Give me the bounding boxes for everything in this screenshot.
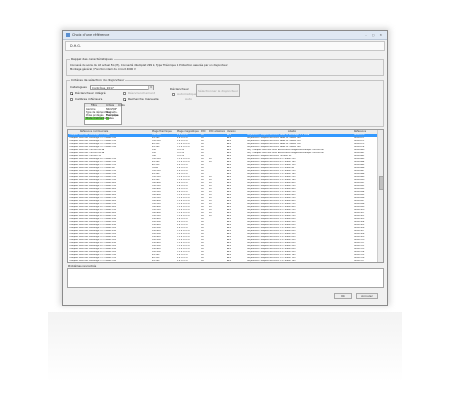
catalogue-label: Catalogues	[70, 85, 87, 89]
reflection	[48, 312, 402, 382]
filter-col-value: Critère	[106, 104, 115, 107]
reclose-label: Réenclenchement	[128, 91, 156, 95]
catalogue-value: Contrôles_2017	[92, 86, 114, 90]
characteristics-line1: Connexé du socle du lot actuel 5G (H), C…	[70, 64, 228, 67]
chevron-down-icon[interactable]: ▾	[148, 86, 153, 90]
manual-search-checkbox[interactable]	[123, 98, 126, 101]
table-row[interactable]: Compact NSX250F Micrologic 2.3 Calibre 1…	[68, 260, 378, 262]
integrated-trip-label: Déclencheur intégré	[75, 91, 106, 95]
filter-value: Toutes	[106, 117, 114, 120]
errors-box	[67, 268, 384, 288]
scroll-thumb[interactable]	[378, 176, 383, 190]
lower-rating-label: Calibres inférieurs	[75, 97, 103, 101]
app-icon	[66, 33, 70, 37]
filter-list[interactable]: Filtre Critère Ordre Gamme NSX250F Type …	[84, 103, 125, 125]
table-cell: Disjoncteur Compact NSX250F 2.3 Calibre …	[247, 260, 296, 262]
table-cell: LV431917	[354, 260, 365, 262]
select-breaker-button[interactable]: Sélectionner le disjoncteur	[196, 84, 240, 97]
table-cell: Compact NSX250F Micrologic 2.3 Calibre 1…	[69, 260, 117, 262]
results-table[interactable]: Référence commerciale Plage thermique Pl…	[67, 129, 384, 263]
cancel-button[interactable]: Annuler	[356, 293, 378, 299]
filter-col-order: Ordre	[118, 104, 125, 107]
integrated-trip-checkbox[interactable]	[70, 92, 73, 95]
filter-row-active[interactable]: Mode d'alimentation Toutes	[85, 117, 121, 120]
manual-search-label: Recherche manuelle	[128, 97, 159, 101]
tab-bar: D.H.G.	[65, 41, 385, 51]
selection-criteria-legend: Critères de sélection du disjoncteur	[70, 78, 126, 82]
ok-button[interactable]: Ok	[334, 293, 352, 299]
window-title: Choix d'une référence	[72, 33, 110, 37]
characteristics-line2: Montage général / Fonction idem du circu…	[70, 68, 136, 71]
filter-col-name: Filtre	[91, 104, 97, 107]
catalogue-select[interactable]: Contrôles_2017 ▾	[90, 85, 154, 90]
table-cell: 63-160	[152, 260, 160, 262]
automatic-label: Automatique	[177, 92, 197, 96]
characteristics-legend: Rappel des caractéristiques	[70, 57, 114, 61]
title-bar[interactable]: Choix d'une référence – ▢ ✕	[63, 31, 387, 40]
trip-unit-label: Déclencheur	[170, 87, 189, 91]
filter-list-header: Filtre Critère Ordre	[85, 104, 125, 107]
lower-rating-checkbox[interactable]	[70, 98, 73, 101]
automatic-checkbox[interactable]	[172, 93, 175, 96]
window-controls[interactable]: – ▢ ✕	[365, 33, 384, 37]
vertical-scrollbar[interactable]	[377, 130, 383, 262]
tab-dhg[interactable]: D.H.G.	[70, 44, 81, 49]
table-cell: AFS	[227, 260, 231, 262]
auto-label: Auto	[185, 97, 192, 101]
reclose-checkbox[interactable]	[123, 92, 126, 95]
table-cell: 5 à 10 x Ir	[177, 260, 188, 262]
table-cell: 36	[201, 260, 204, 262]
